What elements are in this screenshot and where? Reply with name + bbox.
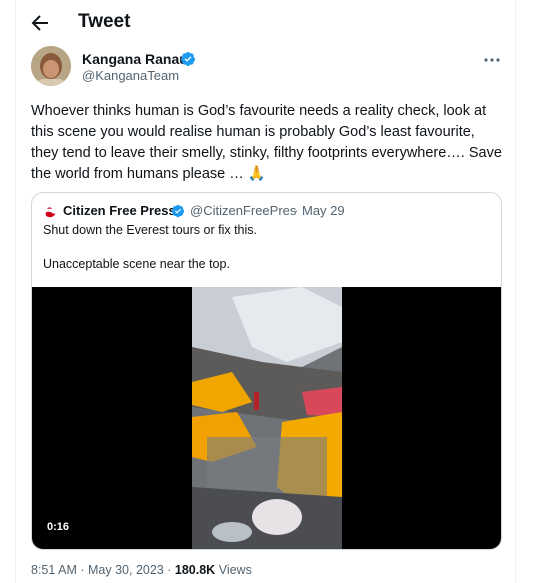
back-arrow-icon[interactable]: [28, 11, 52, 35]
tweet-time[interactable]: 8:51 AM: [31, 563, 77, 577]
meta-dot: ·: [80, 563, 85, 577]
quote-separator: ·: [294, 203, 299, 218]
more-options-icon[interactable]: [482, 50, 502, 70]
quote-text-line: Shut down the Everest tours or fix this.: [43, 223, 257, 237]
tweet-detail-page: Tweet Kangana Ranaut @KanganaTeam Whoeve…: [15, 0, 516, 583]
quote-author-name[interactable]: Citizen Free Press: [63, 203, 176, 218]
quote-date[interactable]: May 29: [302, 203, 345, 218]
author-handle[interactable]: @KanganaTeam: [82, 68, 179, 83]
tweet-date[interactable]: May 30, 2023: [88, 563, 164, 577]
video-player[interactable]: 0:16: [32, 287, 501, 549]
verified-badge-icon: [171, 204, 185, 218]
quote-text-line: Unacceptable scene near the top.: [43, 257, 230, 271]
video-thumbnail: [192, 287, 342, 549]
tweet-text: Whoever thinks human is God’s favourite …: [31, 103, 506, 182]
quote-author-handle[interactable]: @CitizenFreePres: [190, 203, 296, 218]
author-avatar[interactable]: [31, 46, 71, 86]
views-count: 180.8K: [174, 563, 216, 577]
views-label: Views: [218, 563, 252, 577]
tweet-meta: 8:51 AM · May 30, 2023 · 180.8K Views: [31, 563, 252, 577]
page-title: Tweet: [78, 11, 131, 32]
avatar-photo-icon: [31, 46, 71, 86]
rocket-icon: [43, 204, 58, 219]
meta-dot: ·: [167, 563, 172, 577]
video-duration: 0:16: [41, 519, 76, 535]
verified-badge-icon: [181, 52, 195, 66]
top-bar: Tweet: [16, 0, 517, 46]
quoted-tweet[interactable]: Citizen Free Press @CitizenFreePres · Ma…: [31, 192, 502, 550]
author-name[interactable]: Kangana Ranaut: [82, 51, 192, 67]
